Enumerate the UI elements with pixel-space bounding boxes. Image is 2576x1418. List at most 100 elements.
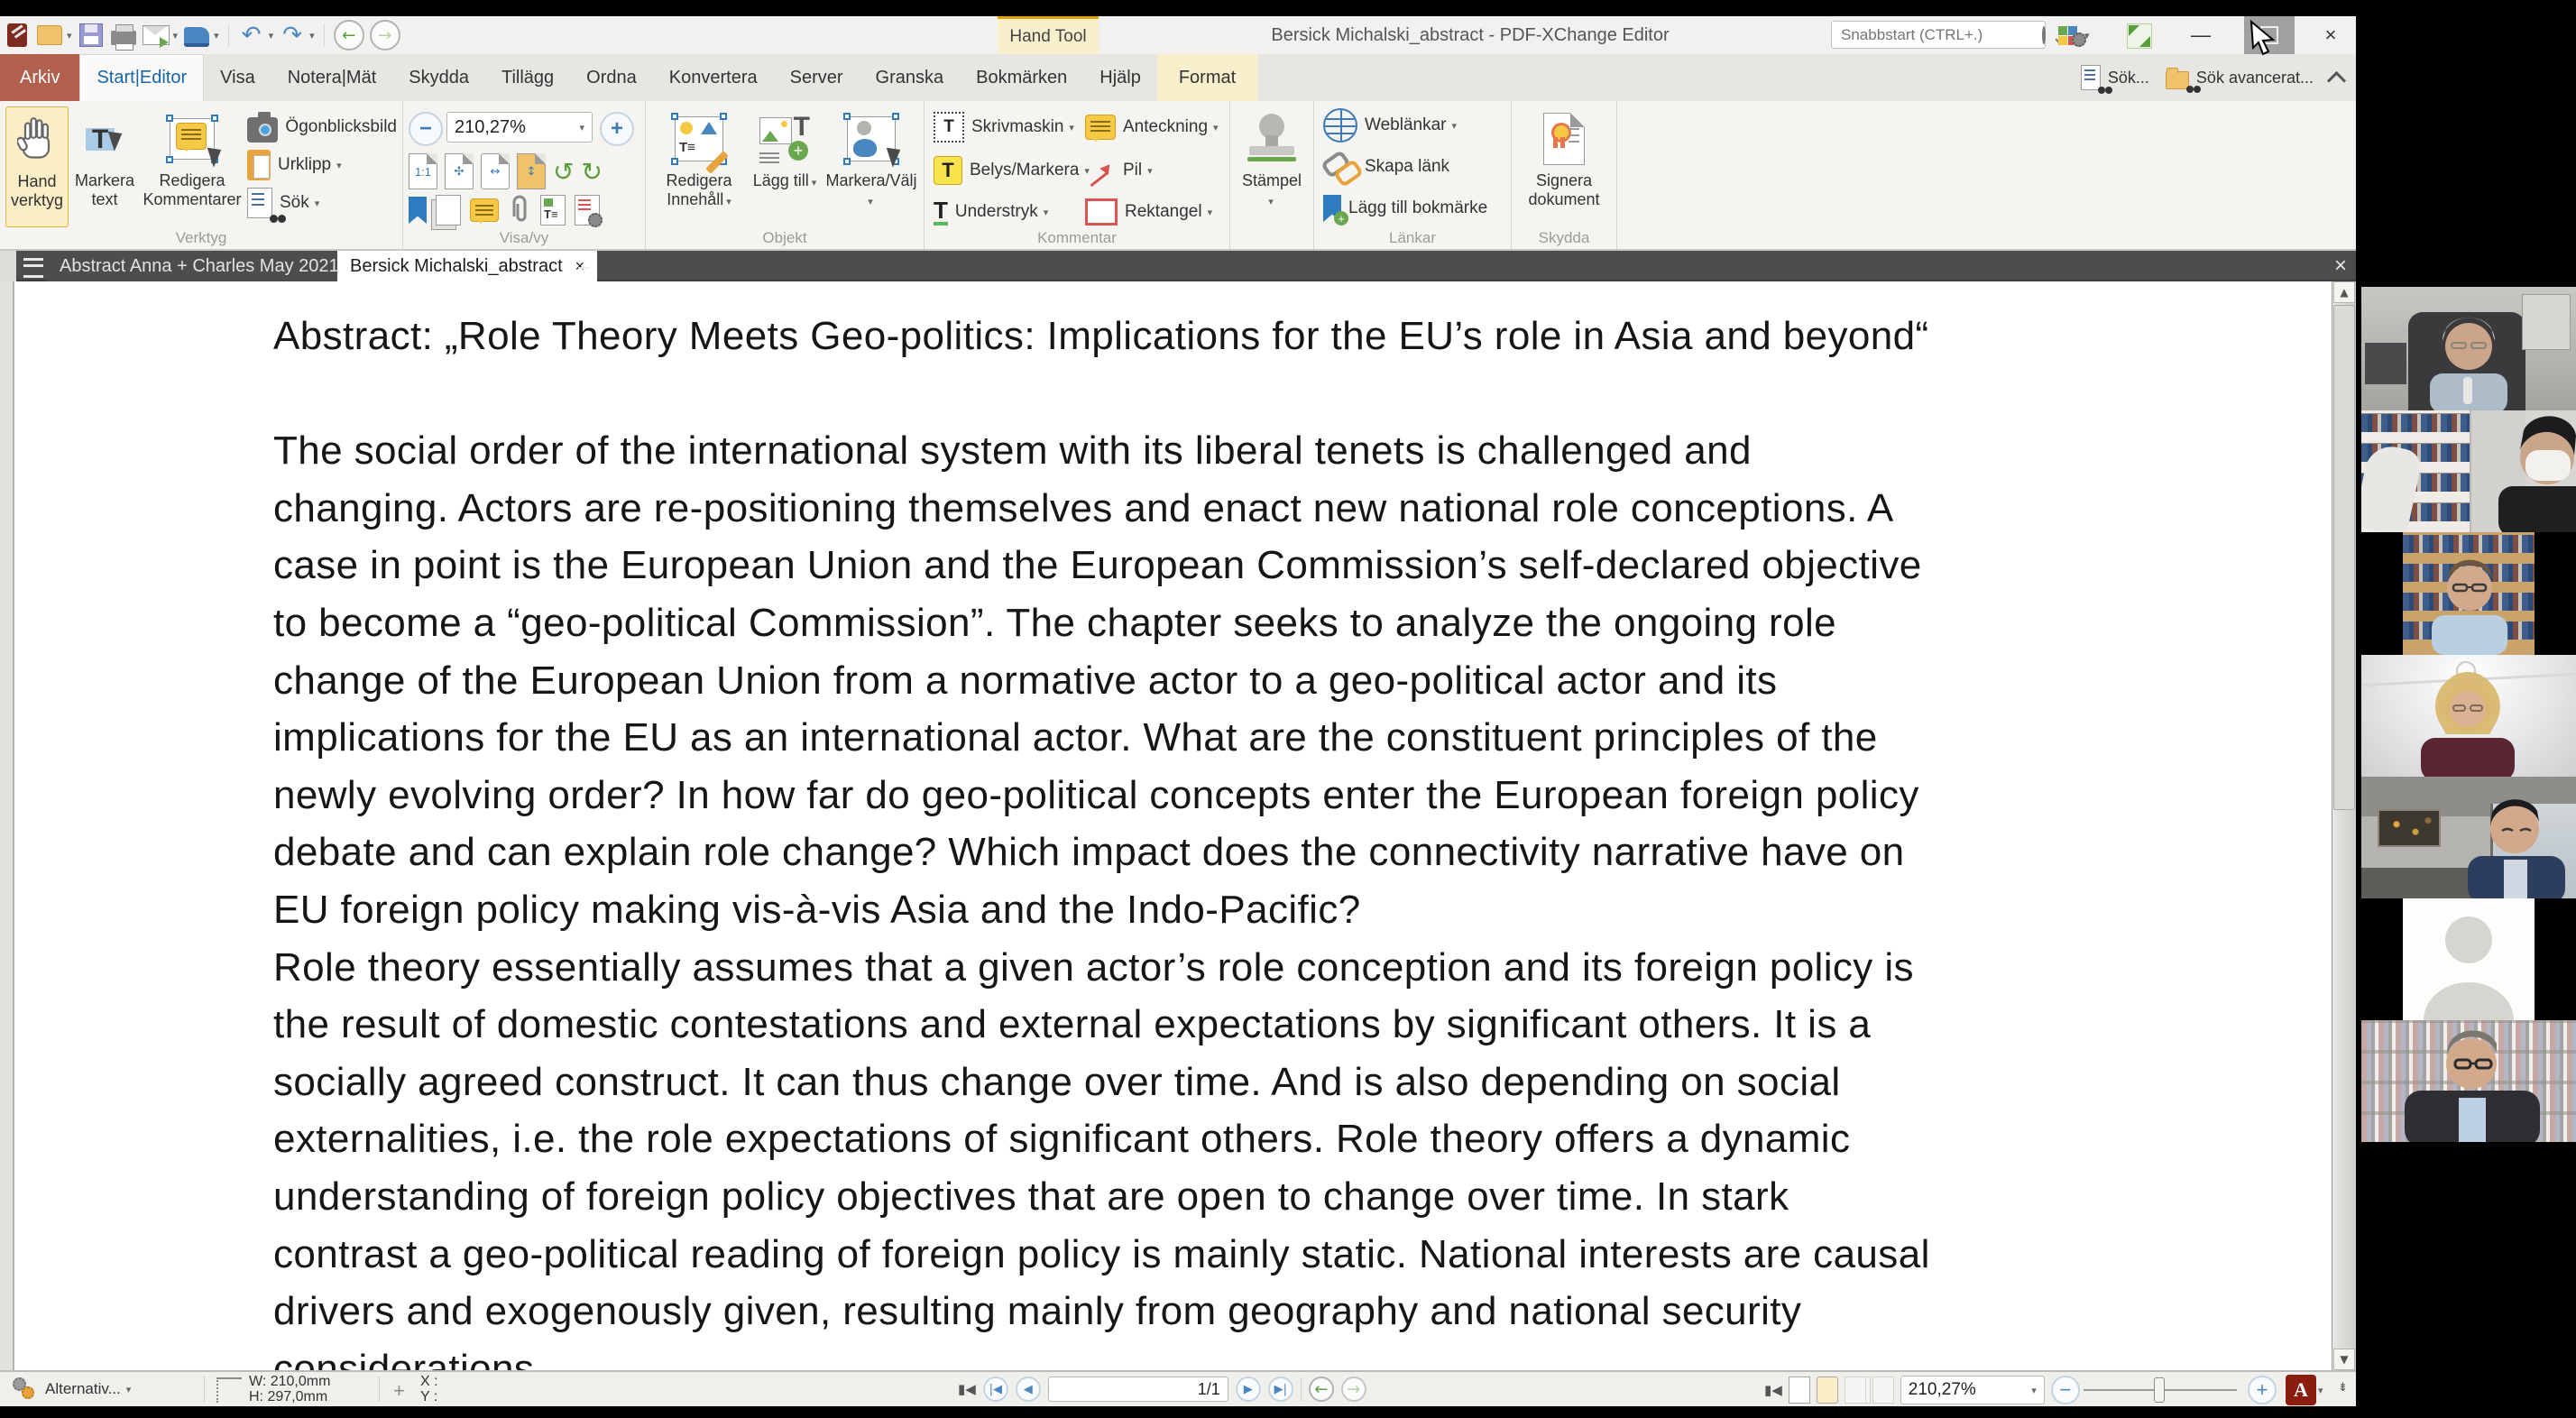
print-button[interactable] xyxy=(110,22,137,49)
scroll-down-arrow[interactable]: ▼ xyxy=(2333,1349,2355,1370)
note-button[interactable]: Anteckning▾ xyxy=(1085,108,1219,146)
participant-video-3[interactable] xyxy=(2361,532,2576,655)
save-all-dropdown[interactable]: ▾ xyxy=(214,30,219,41)
participant-video-4[interactable] xyxy=(2361,655,2576,777)
stamp-button[interactable]: Stämpel▾ xyxy=(1239,106,1304,231)
panel-grip[interactable] xyxy=(0,251,16,281)
history-forward-button[interactable]: → xyxy=(370,20,400,51)
two-page-button[interactable] xyxy=(1845,1377,1866,1404)
status-zoom-out-button[interactable]: − xyxy=(2051,1376,2080,1404)
attachments-panel-button[interactable] xyxy=(508,195,531,226)
options-button[interactable]: Alternativ...▾ xyxy=(11,1376,131,1403)
tab-bersick-michalski[interactable]: Bersick Michalski_abstract× xyxy=(337,251,597,281)
zoom-level-combo[interactable]: 210,27%▾ xyxy=(446,112,593,143)
menu-arkiv[interactable]: Arkiv xyxy=(0,54,79,101)
first-page-button[interactable]: |◀ xyxy=(983,1377,1008,1402)
zoom-out-button[interactable]: − xyxy=(409,112,443,146)
new-tab-button[interactable]: + xyxy=(577,254,591,282)
menu-ordna[interactable]: Ordna xyxy=(570,54,653,101)
weblinks-button[interactable]: Weblänkar▾ xyxy=(1323,106,1457,144)
collapse-right-icon[interactable]: ▮◀ xyxy=(1764,1382,1782,1398)
save-all-button[interactable] xyxy=(183,22,210,49)
two-page-continuous-button[interactable] xyxy=(1872,1377,1894,1404)
ui-options-button[interactable]: ▾ xyxy=(2058,23,2090,47)
select-text-button[interactable]: T Markera text xyxy=(72,106,137,226)
zoom-slider-handle[interactable] xyxy=(2154,1377,2165,1403)
participant-video-1[interactable] xyxy=(2361,287,2576,410)
rotate-ccw-button[interactable]: ↺ xyxy=(553,157,574,187)
page-number-field[interactable]: 1/1 xyxy=(1048,1377,1228,1402)
ribbon-search-button[interactable]: Sök▾ xyxy=(247,184,397,222)
menu-notera-mat[interactable]: Notera|Mät xyxy=(271,54,393,101)
typewriter-button[interactable]: T Skrivmaskin▾ xyxy=(934,108,1074,146)
menu-format[interactable]: Format xyxy=(1157,54,1257,101)
fit-height-button[interactable]: ↕ xyxy=(517,153,546,189)
snapshot-button[interactable]: Ögonblicksbild xyxy=(247,108,397,146)
thumbnails-panel-button[interactable] xyxy=(436,195,461,226)
menu-server[interactable]: Server xyxy=(774,54,860,101)
redo-dropdown[interactable]: ▾ xyxy=(309,30,315,41)
scroll-up-arrow[interactable]: ▲ xyxy=(2333,281,2355,303)
actual-size-button[interactable]: 1:1 xyxy=(409,153,437,189)
tab-list-menu-icon[interactable] xyxy=(23,258,43,278)
menu-visa[interactable]: Visa xyxy=(204,54,271,101)
vertical-scrollbar[interactable]: ▲ ▼ xyxy=(2332,281,2356,1370)
history-back-button[interactable]: ← xyxy=(334,20,364,51)
tab-abstract-anna-charles[interactable]: Abstract Anna + Charles May 2021× xyxy=(47,251,374,281)
add-object-button[interactable]: T + Lägg till ▾ xyxy=(750,106,819,231)
collapse-ribbon-button[interactable] xyxy=(2327,70,2346,89)
continuous-page-button[interactable] xyxy=(1817,1377,1838,1404)
sign-document-button[interactable]: Signeradokument xyxy=(1526,106,1602,231)
view-back-button[interactable]: ← xyxy=(1309,1377,1334,1402)
minimize-button[interactable]: — xyxy=(2176,16,2226,54)
underline-button[interactable]: T Understryk▾ xyxy=(934,193,1048,231)
menu-skydda[interactable]: Skydda xyxy=(392,54,485,101)
close-button[interactable]: × xyxy=(2305,16,2356,54)
bookmarks-panel-button[interactable] xyxy=(409,197,427,224)
comments-panel-button[interactable] xyxy=(470,198,499,222)
fullscreen-button[interactable] xyxy=(2127,23,2152,49)
last-page-button[interactable]: ▶| xyxy=(1268,1377,1293,1402)
collapse-left-icon[interactable]: ▮◀ xyxy=(958,1381,976,1397)
close-document-button[interactable]: × xyxy=(2327,253,2354,280)
next-page-button[interactable]: ▶ xyxy=(1236,1377,1261,1402)
quick-launch-search[interactable] xyxy=(1831,21,2046,49)
view-forward-button[interactable]: → xyxy=(1341,1377,1366,1402)
menu-start-editor[interactable]: Start|Editor xyxy=(79,54,204,101)
clipboard-button[interactable]: Urklipp▾ xyxy=(247,146,397,184)
context-tab-hand-tool[interactable]: Hand Tool xyxy=(998,16,1099,54)
open-button[interactable] xyxy=(36,22,63,49)
rotate-cw-button[interactable]: ↻ xyxy=(581,157,602,187)
rectangle-annotation-button[interactable]: Rektangel▾ xyxy=(1085,193,1212,231)
single-page-button[interactable] xyxy=(1789,1377,1810,1404)
edit-content-button[interactable]: T≡ Redigera Innehåll ▾ xyxy=(657,106,741,231)
highlight-button[interactable]: T Belys/Markera▾ xyxy=(934,152,1090,189)
participant-video-5[interactable] xyxy=(2361,777,2576,898)
menu-bokmarken[interactable]: Bokmärken xyxy=(960,54,1083,101)
scroll-bottom-icon[interactable]: ⇟ xyxy=(2338,1381,2348,1395)
menu-tillagg[interactable]: Tillägg xyxy=(485,54,570,101)
properties-panel-button[interactable] xyxy=(575,195,600,226)
quick-launch-input[interactable] xyxy=(1839,25,2042,45)
menu-granska[interactable]: Granska xyxy=(860,54,961,101)
hand-tool-button[interactable]: Hand verktyg xyxy=(5,106,69,227)
search-button[interactable]: Sök... xyxy=(2081,65,2149,90)
advanced-search-button[interactable]: Sök avancerat... xyxy=(2166,66,2314,89)
participant-video-7[interactable] xyxy=(2361,1020,2576,1142)
redo-button[interactable]: ↷ xyxy=(279,22,306,49)
select-object-button[interactable]: Markera/Välj ▾ xyxy=(826,106,916,231)
open-dropdown[interactable]: ▾ xyxy=(67,30,72,41)
add-bookmark-button[interactable]: + Lägg till bokmärke xyxy=(1323,189,1487,227)
email-button[interactable] xyxy=(143,22,170,49)
left-panel-strip[interactable] xyxy=(0,281,14,1370)
edit-comments-button[interactable]: Redigera Kommentarer xyxy=(143,106,242,226)
undo-dropdown[interactable]: ▾ xyxy=(269,30,274,41)
save-button[interactable] xyxy=(78,22,105,49)
participant-video-6[interactable] xyxy=(2361,898,2576,1020)
zoom-in-button[interactable]: + xyxy=(600,112,634,146)
content-panel-button[interactable]: T≡ xyxy=(540,195,566,226)
fit-page-button[interactable]: ✣ xyxy=(445,153,474,189)
menu-konvertera[interactable]: Konvertera xyxy=(653,54,774,101)
undo-button[interactable]: ↶ xyxy=(238,22,265,49)
previous-page-button[interactable]: ◀ xyxy=(1016,1377,1041,1402)
